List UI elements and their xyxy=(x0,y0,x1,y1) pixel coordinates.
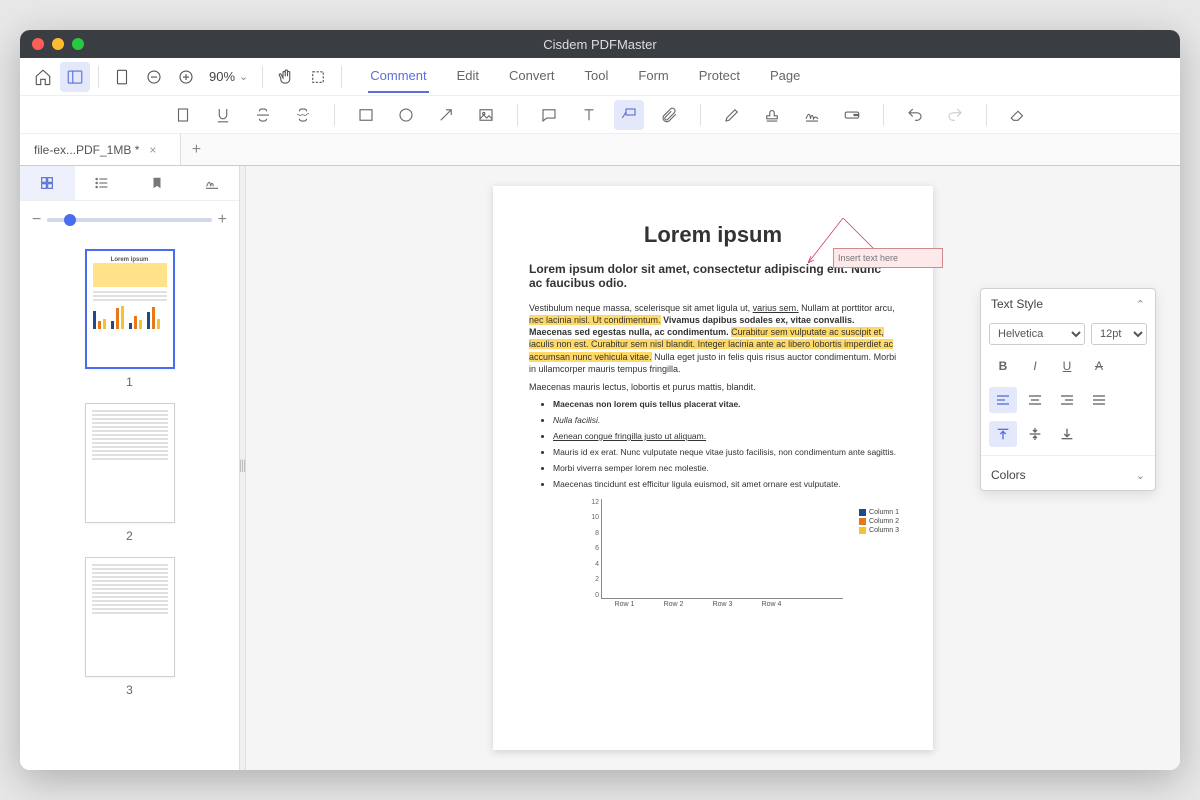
text-button[interactable] xyxy=(574,100,604,130)
valign-middle-button[interactable] xyxy=(1021,421,1049,447)
hand-tool-button[interactable] xyxy=(271,62,301,92)
tab-convert[interactable]: Convert xyxy=(507,60,557,93)
thumbnail-page-2[interactable] xyxy=(85,403,175,523)
attachment-button[interactable] xyxy=(654,100,684,130)
sidebar-toggle-button[interactable] xyxy=(60,62,90,92)
signature-button[interactable] xyxy=(797,100,827,130)
mode-tabs: Comment Edit Convert Tool Form Protect P… xyxy=(368,60,802,93)
colors-label: Colors xyxy=(991,468,1026,482)
rectangle-button[interactable] xyxy=(351,100,381,130)
zoom-value: 90% xyxy=(209,69,235,84)
link-button[interactable] xyxy=(837,100,867,130)
document-tabs: file-ex...PDF_1MB * × + xyxy=(20,134,1180,166)
thumbnail-page-3[interactable] xyxy=(85,557,175,677)
doc-paragraph: Vestibulum neque massa, scelerisque sit … xyxy=(529,302,897,375)
note-button[interactable] xyxy=(534,100,564,130)
stamp-button[interactable] xyxy=(757,100,787,130)
page-canvas[interactable]: Insert text here Lorem ipsum Lorem ipsum… xyxy=(246,166,1180,770)
align-center-button[interactable] xyxy=(1021,387,1049,413)
pencil-button[interactable] xyxy=(717,100,747,130)
font-size-select[interactable]: 12pt xyxy=(1091,323,1147,345)
valign-bottom-button[interactable] xyxy=(1053,421,1081,447)
pdf-page: Insert text here Lorem ipsum Lorem ipsum… xyxy=(493,186,933,750)
strikethrough-style-button[interactable]: A xyxy=(1085,353,1113,379)
image-button[interactable] xyxy=(471,100,501,130)
eraser-button[interactable] xyxy=(1003,100,1033,130)
highlight-button[interactable] xyxy=(168,100,198,130)
close-tab-icon[interactable]: × xyxy=(149,143,156,157)
tab-comment[interactable]: Comment xyxy=(368,60,428,93)
align-justify-button[interactable] xyxy=(1085,387,1113,413)
list-item: Nulla facilisi. xyxy=(553,415,897,425)
underline-style-button[interactable]: U xyxy=(1053,353,1081,379)
chevron-up-icon: ⌃ xyxy=(1136,298,1145,311)
document-tab[interactable]: file-ex...PDF_1MB * × xyxy=(20,134,181,165)
callout-textbox[interactable]: Insert text here xyxy=(833,248,943,268)
thumbnail-page-1[interactable]: Lorem ipsum xyxy=(85,249,175,369)
font-family-select[interactable]: Helvetica xyxy=(989,323,1085,345)
sidebar: − + Lorem ipsum 1 2 3 xyxy=(20,166,240,770)
underline-button[interactable] xyxy=(208,100,238,130)
text-style-label: Text Style xyxy=(991,297,1043,311)
outline-tab[interactable] xyxy=(75,166,130,200)
select-tool-button[interactable] xyxy=(303,62,333,92)
list-item: Mauris id ex erat. Nunc vulputate neque … xyxy=(553,447,897,457)
list-item: Aenean congue fringilla justo ut aliquam… xyxy=(553,431,897,441)
strikethrough-button[interactable] xyxy=(248,100,278,130)
app-window: Cisdem PDFMaster 90%⌄ Comment Edit Conve… xyxy=(20,30,1180,770)
doc-paragraph: Maecenas mauris lectus, lobortis et puru… xyxy=(529,381,897,393)
tab-protect[interactable]: Protect xyxy=(697,60,742,93)
thumbnails-tab[interactable] xyxy=(20,166,75,200)
annotation-toolbar xyxy=(20,96,1180,134)
add-tab-button[interactable]: + xyxy=(181,141,211,159)
annotations-tab[interactable] xyxy=(184,166,239,200)
chevron-down-icon: ⌄ xyxy=(1136,469,1145,482)
list-item: Maecenas tincidunt est efficitur ligula … xyxy=(553,479,897,489)
titlebar[interactable]: Cisdem PDFMaster xyxy=(20,30,1180,58)
fit-page-button[interactable] xyxy=(107,62,137,92)
callout-placeholder: Insert text here xyxy=(838,253,898,263)
zoom-in-button[interactable] xyxy=(171,62,201,92)
oval-button[interactable] xyxy=(391,100,421,130)
undo-button[interactable] xyxy=(900,100,930,130)
window-title: Cisdem PDFMaster xyxy=(20,37,1180,52)
valign-top-button[interactable] xyxy=(989,421,1017,447)
document-tab-label: file-ex...PDF_1MB * xyxy=(34,143,139,157)
home-button[interactable] xyxy=(28,62,58,92)
colors-header[interactable]: Colors ⌄ xyxy=(981,460,1155,490)
tab-page[interactable]: Page xyxy=(768,60,802,93)
align-right-button[interactable] xyxy=(1053,387,1081,413)
bold-button[interactable]: B xyxy=(989,353,1017,379)
zoom-dropdown[interactable]: 90%⌄ xyxy=(203,69,254,84)
list-item: Maecenas non lorem quis tellus placerat … xyxy=(553,399,897,409)
zoom-out-button[interactable] xyxy=(139,62,169,92)
redo-button[interactable] xyxy=(940,100,970,130)
text-style-panel: Text Style ⌃ Helvetica 12pt B I U A xyxy=(980,288,1156,491)
thumbnail-label: 3 xyxy=(20,683,239,697)
tab-form[interactable]: Form xyxy=(636,60,670,93)
tab-edit[interactable]: Edit xyxy=(455,60,481,93)
thumbnail-zoom-slider[interactable]: − + xyxy=(20,201,239,239)
tab-tool[interactable]: Tool xyxy=(583,60,611,93)
italic-button[interactable]: I xyxy=(1021,353,1049,379)
bookmarks-tab[interactable] xyxy=(130,166,185,200)
align-left-button[interactable] xyxy=(989,387,1017,413)
doc-list: Maecenas non lorem quis tellus placerat … xyxy=(553,399,897,489)
callout-button[interactable] xyxy=(614,100,644,130)
list-item: Morbi viverra semper lorem nec molestie. xyxy=(553,463,897,473)
squiggly-button[interactable] xyxy=(288,100,318,130)
thumbnail-label: 2 xyxy=(20,529,239,543)
embedded-chart: 121086420 Column 1Column 2Column 3 Row 1… xyxy=(583,499,843,610)
thumbnail-label: 1 xyxy=(20,375,239,389)
primary-toolbar: 90%⌄ Comment Edit Convert Tool Form Prot… xyxy=(20,58,1180,96)
thumbnail-list: Lorem ipsum 1 2 3 xyxy=(20,239,239,770)
text-style-header[interactable]: Text Style ⌃ xyxy=(981,289,1155,319)
arrow-shape-button[interactable] xyxy=(431,100,461,130)
